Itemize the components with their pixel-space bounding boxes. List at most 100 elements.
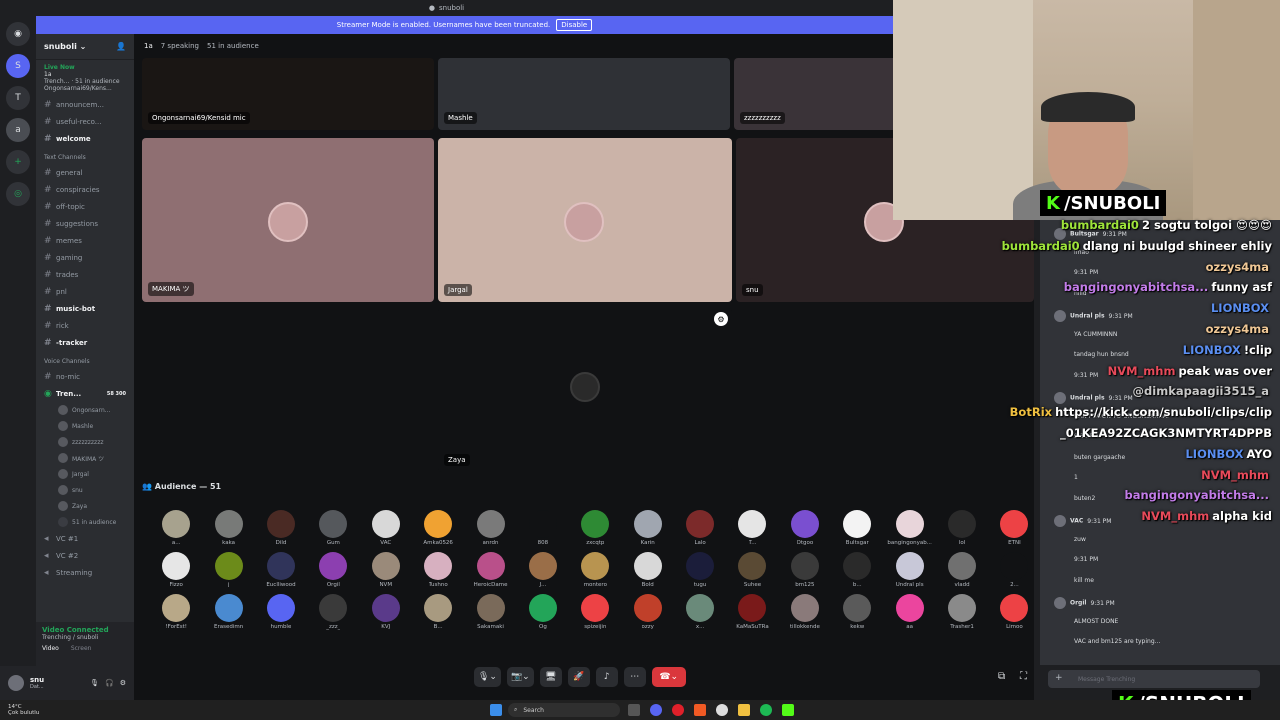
audience-member[interactable]: Euclliwood	[255, 552, 307, 588]
chat-author[interactable]: Orgil	[1070, 600, 1086, 607]
audience-member[interactable]: Otgoo	[779, 510, 831, 546]
server-icon-t[interactable]: T	[6, 86, 30, 110]
audience-member[interactable]: Undral pls	[883, 552, 935, 588]
message-input[interactable]: Message Trenching	[1048, 670, 1260, 688]
audience-count[interactable]: 51 in audience	[36, 514, 134, 530]
mic-toggle-button[interactable]: 🎙⌄	[474, 667, 501, 687]
audience-member[interactable]: Og	[517, 594, 569, 630]
voice-channels-category[interactable]: Voice Channels	[36, 351, 134, 368]
audience-member[interactable]: T...	[726, 510, 778, 546]
channel-announcements[interactable]: # announcem...	[36, 96, 134, 113]
voice-member[interactable]: Zaya	[36, 498, 134, 514]
audience-member[interactable]: KVJ	[360, 594, 412, 630]
audience-member[interactable]: !ForEst!	[150, 594, 202, 630]
audience-member[interactable]: HeroicDame	[464, 552, 516, 588]
video-button[interactable]: Video	[42, 645, 59, 652]
add-member-icon[interactable]: 👤	[116, 42, 126, 51]
channel-welcome[interactable]: # welcome	[36, 130, 134, 147]
video-tile[interactable]: Jargal	[438, 138, 732, 302]
channel-trades[interactable]: # trades	[36, 266, 134, 283]
audience-member[interactable]: bangingonyab...	[883, 510, 935, 546]
audience-member[interactable]: Trasher1	[936, 594, 988, 630]
channel-tracker[interactable]: # -tracker	[36, 334, 134, 351]
audience-member[interactable]: tillokkende	[779, 594, 831, 630]
fullscreen-icon[interactable]: ⛶	[1020, 671, 1027, 682]
voice-channel-vc1[interactable]: ◂ VC #1	[36, 530, 134, 547]
audience-member[interactable]: KaMaSuTRa	[726, 594, 778, 630]
channel-suggestions[interactable]: # suggestions	[36, 215, 134, 232]
audience-member[interactable]: Suhee	[726, 552, 778, 588]
task-view-icon[interactable]	[628, 704, 640, 716]
kick-taskbar-icon[interactable]	[782, 704, 794, 716]
audience-member[interactable]: b...	[831, 552, 883, 588]
weather-widget[interactable]: 14°C Çok bulutlu	[8, 704, 39, 716]
audience-member[interactable]: ozzy	[622, 594, 674, 630]
explore-icon[interactable]: ◎	[6, 182, 30, 206]
more-options-button[interactable]: ⋯	[623, 667, 646, 687]
audience-member[interactable]: Bultsgar	[831, 510, 883, 546]
audience-member[interactable]: Tushno	[412, 552, 464, 588]
audience-member[interactable]: Karin	[622, 510, 674, 546]
voice-member[interactable]: snu	[36, 482, 134, 498]
brave-taskbar-icon[interactable]	[694, 704, 706, 716]
channel-off-topic[interactable]: # off-topic	[36, 198, 134, 215]
audience-member[interactable]: spizeijin	[569, 594, 621, 630]
mic-icon[interactable]: 🎙	[90, 679, 99, 687]
voice-channel-streaming[interactable]: ◂ Streaming	[36, 564, 134, 581]
audience-member[interactable]: kaka	[202, 510, 254, 546]
avatar[interactable]	[8, 675, 24, 691]
audience-member[interactable]: Orgil	[307, 552, 359, 588]
audience-member[interactable]: kekw	[831, 594, 883, 630]
opera-taskbar-icon[interactable]	[672, 704, 684, 716]
audience-member[interactable]: B...	[412, 594, 464, 630]
audience-member[interactable]: x...	[674, 594, 726, 630]
audience-member[interactable]: aa	[883, 594, 935, 630]
channel-general[interactable]: # general	[36, 164, 134, 181]
server-icon-snuboli[interactable]: S	[6, 54, 30, 78]
add-server-icon[interactable]: +	[6, 150, 30, 174]
live-now-panel[interactable]: Live Now 1a Trench... · 51 in audience O…	[36, 60, 134, 96]
audience-member[interactable]: anrdn	[464, 510, 516, 546]
popout-icon[interactable]: ⧉	[998, 671, 1005, 682]
voice-member[interactable]: zzzzzzzzzz	[36, 434, 134, 450]
chrome-taskbar-icon[interactable]	[716, 704, 728, 716]
audience-member[interactable]: a...	[150, 510, 202, 546]
voice-member[interactable]: Ongonsarn...	[36, 402, 134, 418]
channel-gaming[interactable]: # gaming	[36, 249, 134, 266]
discord-taskbar-icon[interactable]	[650, 704, 662, 716]
audience-member[interactable]: Amka0526	[412, 510, 464, 546]
soundboard-button[interactable]: ♪	[595, 667, 618, 687]
channel-useful-resources[interactable]: # useful-reco...	[36, 113, 134, 130]
channel-conspiracies[interactable]: # conspiracies	[36, 181, 134, 198]
audience-member[interactable]: bm125	[779, 552, 831, 588]
audience-member[interactable]: Dild	[255, 510, 307, 546]
audience-member[interactable]: Limoo	[988, 594, 1034, 630]
camera-toggle-button[interactable]: 📷⌄	[506, 667, 534, 687]
spotify-taskbar-icon[interactable]	[760, 704, 772, 716]
taskbar-search[interactable]: ⌕ Search	[508, 703, 620, 717]
text-channels-category[interactable]: Text Channels	[36, 147, 134, 164]
audience-member[interactable]: 2...	[988, 552, 1034, 588]
disable-streamer-mode-button[interactable]: Disable	[556, 19, 593, 31]
avatar[interactable]	[1054, 597, 1066, 609]
voice-member[interactable]: Jargal	[36, 466, 134, 482]
channel-memes[interactable]: # memes	[36, 232, 134, 249]
video-tile[interactable]: ⚙ Zaya	[438, 308, 732, 472]
video-tile[interactable]: Ongonsarnai69/Kensid mic	[142, 58, 434, 130]
audience-member[interactable]: Erasedimn	[202, 594, 254, 630]
audience-member[interactable]: VAC	[360, 510, 412, 546]
discord-home-icon[interactable]: ◉	[6, 22, 30, 46]
voice-channel-no-mic[interactable]: # no-mic	[36, 368, 134, 385]
audience-member[interactable]: j	[202, 552, 254, 588]
audience-member[interactable]: zxcqtp	[569, 510, 621, 546]
explorer-taskbar-icon[interactable]	[738, 704, 750, 716]
headset-icon[interactable]: 🎧	[105, 679, 114, 687]
server-header[interactable]: snuboli ⌄ 👤	[36, 34, 134, 60]
audience-member[interactable]: Gum	[307, 510, 359, 546]
windows-start-icon[interactable]	[490, 704, 502, 716]
screen-button[interactable]: Screen	[71, 645, 92, 652]
audience-member[interactable]: NVM	[360, 552, 412, 588]
voice-member[interactable]: Mashle	[36, 418, 134, 434]
disconnect-button[interactable]: ☎⌄	[651, 667, 686, 687]
gear-icon[interactable]: ⚙	[120, 679, 126, 687]
